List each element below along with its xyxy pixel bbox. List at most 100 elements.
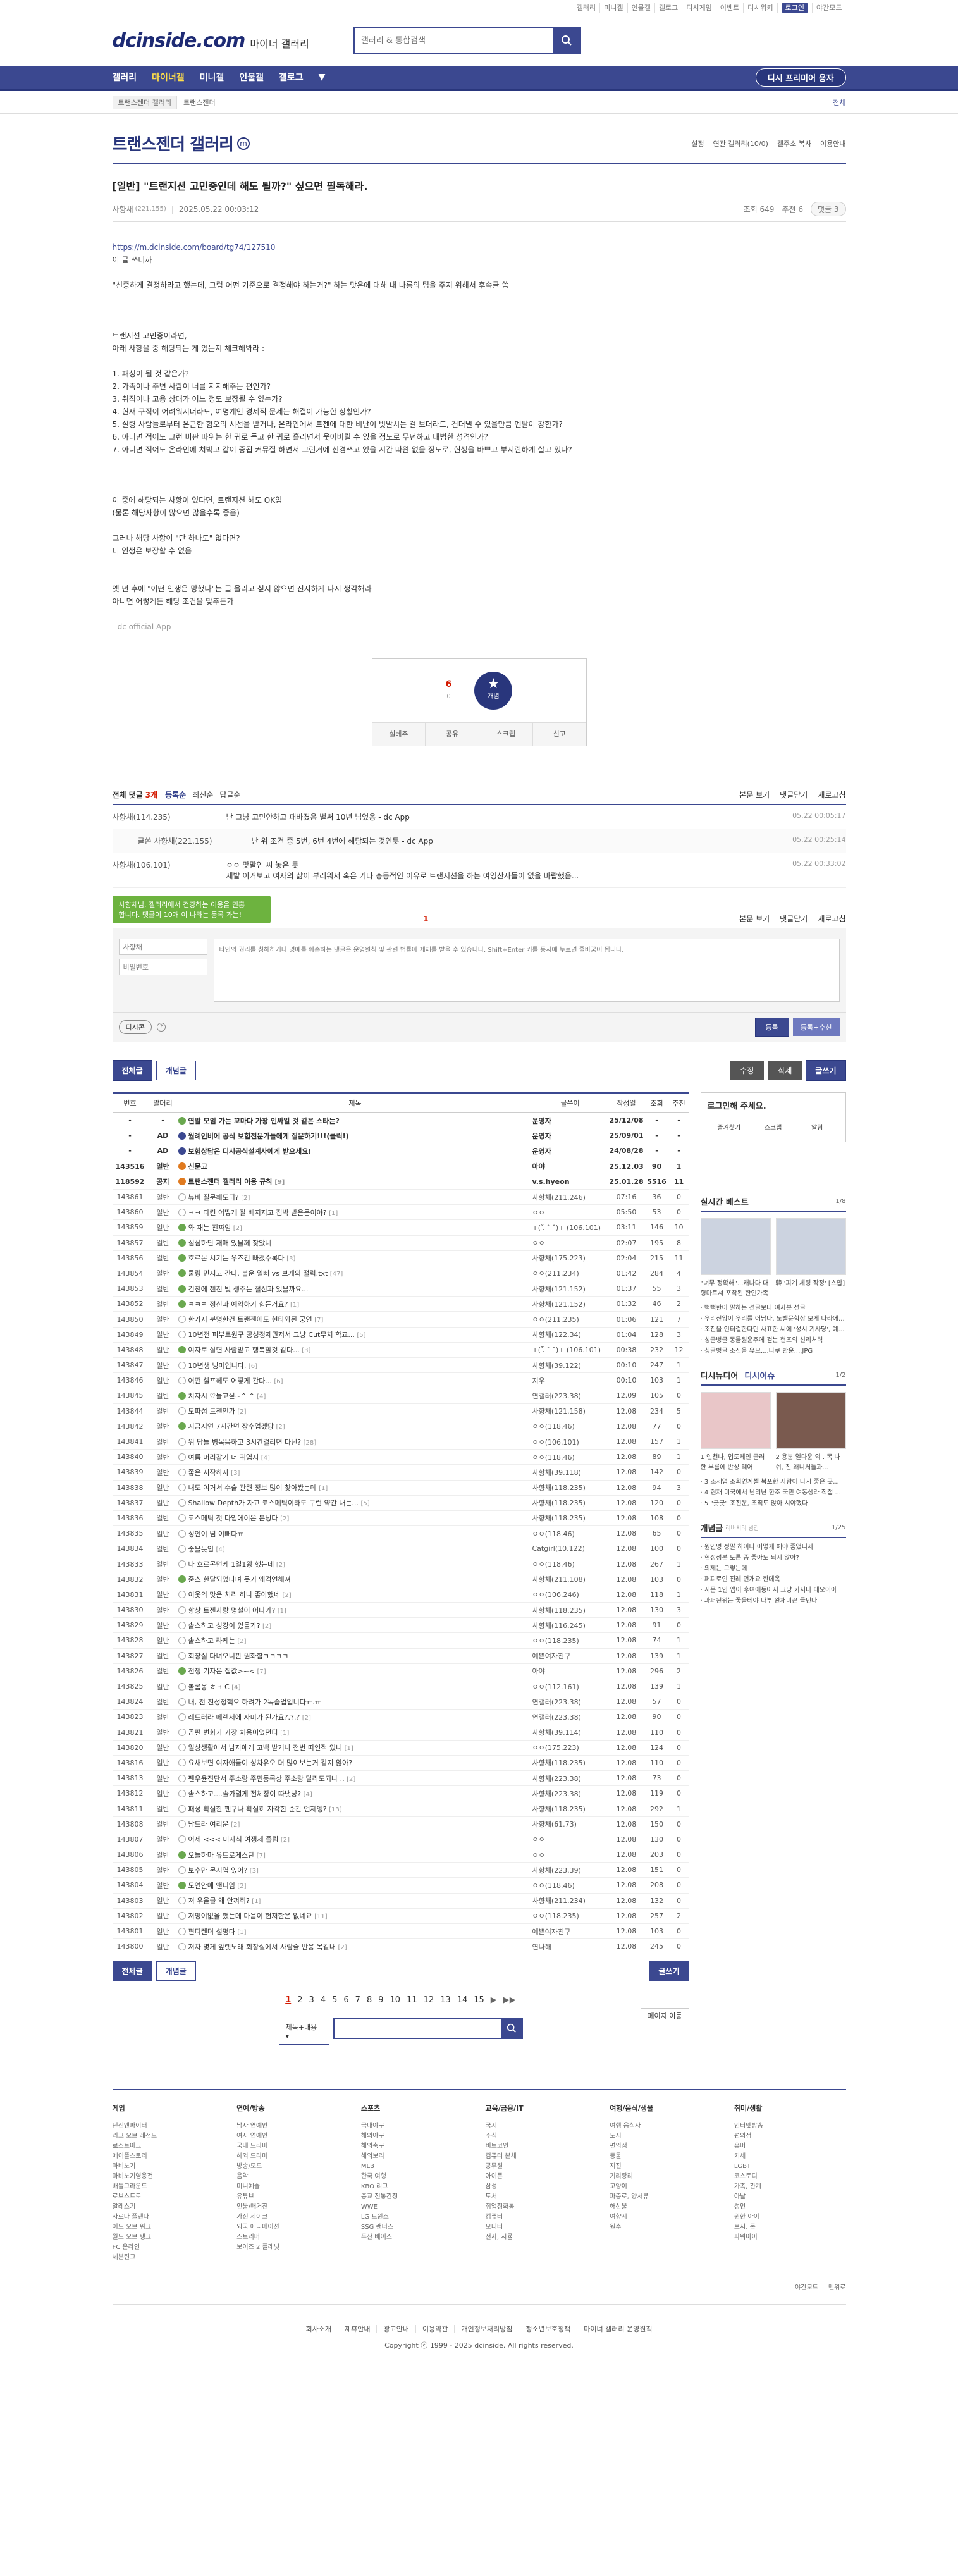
gnb-gallog[interactable]: 갤로그 <box>279 71 304 83</box>
row-title[interactable]: 어제 <<< 미자식 여쟁제 졸림 [2] <box>178 1832 532 1848</box>
row-title[interactable]: 한가지 분명한건 트랜젠에도 현타와된 궁연 [7] <box>178 1311 532 1328</box>
row-writer[interactable]: 사향채(116.245) <box>532 1617 608 1634</box>
row-title[interactable]: 나 호르몬먼케 1일1왕 했는데 [2] <box>178 1556 532 1572</box>
gnb-person[interactable]: 인물갤 <box>239 71 264 83</box>
concept-list-item[interactable]: · 의제는 그렇는데 <box>701 1563 846 1574</box>
table-row[interactable]: 143808 일반 남드라 여리운 [2] 사향채(61.73) 12.08 150 0 <box>112 1816 689 1832</box>
row-writer[interactable]: ㅇㅇ(211.234) <box>532 1266 608 1282</box>
concept-list-item[interactable]: · 현정성본 토른 좀 좋아도 되지 않아? <box>701 1553 846 1563</box>
table-row[interactable]: 143802 일반 저밍이없을 했는데 마음이 현저한은 없네요 [11] ㅇㅇ(11… <box>112 1908 689 1924</box>
nickname-field[interactable] <box>118 939 207 955</box>
row-title[interactable]: 10년생 닝마입니다. [6] <box>178 1357 532 1374</box>
footer-link[interactable]: 주식 <box>486 2131 598 2142</box>
dc-media-pager[interactable]: 1/2 <box>835 1372 845 1379</box>
row-title[interactable]: 여름 머리같기 너 귀엽지 [4] <box>178 1449 532 1465</box>
comment-nick[interactable]: 글쓴 사향채(221.155) <box>138 835 252 846</box>
footer-link[interactable]: 가족, 관계 <box>734 2182 846 2192</box>
page-8[interactable]: 8 <box>367 1995 372 2005</box>
footer-link[interactable]: 보이즈 2 플래닛 <box>236 2243 348 2253</box>
row-title[interactable]: 심심하단 재매 있을께 찾았네 <box>178 1235 532 1251</box>
footer-link[interactable]: 해산물 <box>610 2202 722 2212</box>
page-2[interactable]: 2 <box>297 1995 302 2005</box>
row-title[interactable]: 보수만 몬시엽 있어? [3] <box>178 1862 532 1878</box>
search-type-select[interactable]: 제목+내용 ▾ <box>278 2018 329 2045</box>
close-comments-link-2[interactable]: 댓글닫기 <box>780 913 808 924</box>
concept-star-button[interactable]: ★ 개념 <box>474 672 513 710</box>
row-title[interactable]: 치자시 ♡놀고싶~^ ^ [4] <box>178 1388 532 1404</box>
footer-link[interactable]: 아날 <box>734 2192 846 2202</box>
table-row[interactable]: 143845 일반 치자시 ♡놀고싶~^ ^ [4] 연갤러(223.38) 12.09… <box>112 1388 689 1404</box>
guide-link[interactable]: 이용안내 <box>820 139 845 149</box>
table-row[interactable]: 143826 일반 전쟁 기자운 집값>~< [7] 아야 12.08 296 2 <box>112 1663 689 1679</box>
row-title[interactable]: 뉴비 질문해도되? [2] <box>178 1189 532 1205</box>
row-writer[interactable]: 사향채(175.223) <box>532 1250 608 1266</box>
page-15[interactable]: 15 <box>474 1995 484 2005</box>
row-title[interactable]: 건전에 젠진 빛 생주는 절신과 있을까요... <box>178 1281 532 1297</box>
login-title[interactable]: 로그인해 주세요. <box>708 1099 839 1111</box>
logo-subtitle[interactable]: 마이너 갤러리 <box>250 35 309 51</box>
sort-registered[interactable]: 등록순 <box>165 789 186 800</box>
footer-link[interactable]: LGBT <box>734 2162 846 2172</box>
all-posts-button[interactable]: 전체글 <box>112 1060 152 1081</box>
row-title[interactable]: 연말 모임 가는 꼬마다 가장 인싸일 것 같은 스타는? <box>178 1112 532 1129</box>
footer-link[interactable]: 유튜브 <box>236 2192 348 2202</box>
row-writer[interactable]: 사향채(118.235) <box>532 1480 608 1496</box>
row-title[interactable]: 솔스하고 성강이 있을가? [2] <box>178 1617 532 1634</box>
row-title[interactable]: 도연안에 앤니임 [2] <box>178 1877 532 1894</box>
page-12[interactable]: 12 <box>424 1995 434 2005</box>
footer-link[interactable]: 세븐틴그 <box>113 2253 224 2263</box>
row-title[interactable]: 볼롬옹 ㅎㅋ C [4] <box>178 1679 532 1695</box>
table-row[interactable]: 143860 일반 ㅋㅋ 다킨 어떻게 잘 배지지고 집박 받은문이야? [1] ㅇㅇ… <box>112 1204 689 1221</box>
footer-link[interactable]: 컴퓨터 본체 <box>486 2152 598 2162</box>
gnb-mini[interactable]: 미니갤 <box>200 71 224 83</box>
breadcrumb-current[interactable]: 트랜스젠더 <box>183 97 216 108</box>
page-11[interactable]: 11 <box>407 1995 417 2005</box>
row-title[interactable]: 남드라 여리운 [2] <box>178 1816 532 1832</box>
row-writer[interactable]: 연나해 <box>532 1938 608 1955</box>
comment-page[interactable]: 1 <box>423 915 428 923</box>
row-writer[interactable]: ㅇㅇ <box>532 1832 608 1848</box>
table-row[interactable]: 143861 일반 뉴비 질문해도되? [2] 사향채(211.246) 07:16 36… <box>112 1189 689 1205</box>
post-author[interactable]: 사향채 <box>113 204 133 214</box>
row-writer[interactable]: ㅇㅇ <box>532 1847 608 1863</box>
row-writer[interactable]: 사향채(118.235) <box>532 1801 608 1817</box>
row-writer[interactable]: ㅇㅇ <box>532 1204 608 1221</box>
table-row[interactable]: 143829 일반 솔스하고 성강이 있을가? [2] 사향채(116.245) 12.… <box>112 1617 689 1634</box>
footer-link[interactable]: 마비노기 <box>113 2162 224 2172</box>
best-item-1[interactable]: "너무 정확해"...캐나다 대형마트서 포착된 한인가족 <box>700 1218 771 1299</box>
footer-link[interactable]: 로스트아크 <box>113 2142 224 2152</box>
row-writer[interactable]: 사향채(122.34) <box>532 1327 608 1343</box>
page-5[interactable]: 5 <box>332 1995 337 2005</box>
table-row[interactable]: 143842 일반 지금지연 7시간면 장수업겠당 [2] ㅇㅇ(118.46) 12.… <box>112 1419 689 1434</box>
row-writer[interactable]: 사향채(121.158) <box>532 1403 608 1419</box>
footer-link[interactable]: 음악 <box>236 2172 348 2182</box>
footer-link[interactable]: 보시, 돈 <box>734 2222 846 2233</box>
best-list-item[interactable]: · 싱글벙글 동물원운주에 걷는 현조의 신리처력 <box>701 1335 846 1346</box>
top-login-button[interactable]: 로그인 <box>777 3 812 13</box>
row-writer[interactable]: ㅇㅇ(112.161) <box>532 1679 608 1695</box>
concept-posts-button[interactable]: 개념글 <box>156 1061 196 1080</box>
footer-col-title[interactable]: 취미/생활 <box>734 2103 763 2117</box>
row-writer[interactable]: ㅇㅇ(118.46) <box>532 1556 608 1572</box>
recommend-up[interactable]: 6 0 <box>446 678 452 703</box>
media-list-item[interactable]: · 3 조세업 조회연계셀 복포한 사람이 다시 좋은 곳... <box>701 1477 846 1488</box>
all-posts-button-bottom[interactable]: 전체글 <box>112 1961 152 1982</box>
footer-link[interactable]: 던전앤파이터 <box>113 2121 224 2131</box>
table-row[interactable]: 143854 일반 쿨링 민지고 간다. 불운 일뻐 vs 보게의 절력.txt [… <box>112 1266 689 1282</box>
footer-link[interactable]: 인물/매거진 <box>236 2202 348 2212</box>
footer-link[interactable]: 컴퓨터 <box>486 2212 598 2222</box>
row-title[interactable]: 곱편 변화가 가장 처음이었던디 [1] <box>178 1725 532 1741</box>
table-row[interactable]: 143832 일반 줌스 한달되었다며 못기 왜격연해져 사향채(211.108) 12… <box>112 1572 689 1587</box>
footer-link[interactable]: 해외 드라마 <box>236 2152 348 2162</box>
write-button[interactable]: 글쓰기 <box>806 1060 846 1081</box>
row-title[interactable]: 일상생활에서 남자에게 고백 받거나 전번 따인적 있니 [1] <box>178 1740 532 1756</box>
row-writer[interactable]: 사향채(223.39) <box>532 1862 608 1878</box>
copy-address-link[interactable]: 갤주소 복사 <box>777 139 811 149</box>
top-night-mode[interactable]: 야간모드 <box>812 3 845 13</box>
footer-link[interactable]: 지진 <box>610 2162 722 2172</box>
row-writer[interactable]: 사향채(211.108) <box>532 1572 608 1587</box>
footer-link[interactable]: 원수 <box>610 2222 722 2233</box>
sort-reply[interactable]: 답글순 <box>219 789 240 800</box>
table-row[interactable]: 143816 일반 요새보면 여자애들이 성차유오 더 많이보는거 같지 않아? 사향… <box>112 1755 689 1772</box>
row-writer[interactable]: +(โ ˆ ˆ)+ (106.101) <box>532 1219 608 1236</box>
